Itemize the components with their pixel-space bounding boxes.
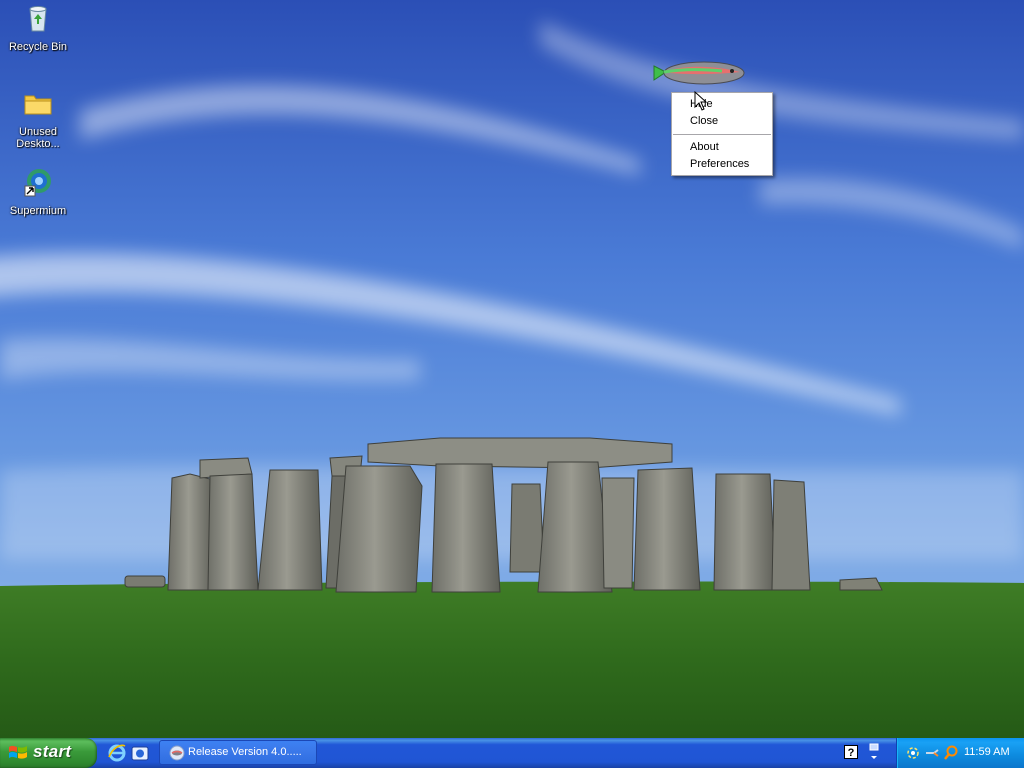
menu-item-about[interactable]: About (672, 139, 772, 156)
desktop-fish[interactable] (652, 56, 746, 90)
desktop-icon-recycle-bin[interactable]: Recycle Bin (4, 2, 72, 53)
start-button[interactable]: start (0, 738, 97, 768)
desktop-icon-supermium[interactable]: Supermium (4, 166, 72, 217)
taskbar-button-label: Release Version 4.0..... (188, 746, 302, 758)
menu-item-hide[interactable]: Hide (672, 96, 772, 113)
search-icon[interactable] (943, 745, 959, 761)
windows-logo-icon (9, 745, 27, 759)
show-desktop-icon[interactable] (130, 743, 150, 763)
desktop-icon-label: Unused Deskto... (16, 126, 60, 150)
taskbar-button-release[interactable]: Release Version 4.0..... (159, 740, 317, 765)
desktop-icon-label: Supermium (9, 205, 67, 217)
expand-tray-icon[interactable] (867, 742, 881, 764)
fish-app-icon (169, 745, 185, 761)
fish-context-menu: Hide Close About Preferences (671, 92, 773, 176)
internet-explorer-icon[interactable] (107, 743, 127, 763)
desktop-wallpaper[interactable] (0, 0, 1024, 738)
desktop-icon-label: Recycle Bin (8, 41, 68, 53)
clock[interactable]: 11:59 AM (964, 746, 1010, 758)
desktop-icon-unused-desktop[interactable]: Unused Deskto... (4, 87, 72, 150)
menu-separator (672, 130, 772, 139)
recycle-bin-icon (29, 6, 47, 32)
mouse-cursor-icon (694, 91, 708, 111)
svg-text:?: ? (848, 747, 855, 759)
supermium-browser-icon (24, 169, 51, 197)
menu-item-close[interactable]: Close (672, 113, 772, 130)
taskbar: start Release Version 4.0..... ? 11:59 A… (0, 738, 1024, 768)
menu-item-preferences[interactable]: Preferences (672, 156, 772, 173)
folder-icon (24, 95, 52, 115)
network-icon[interactable] (905, 745, 921, 761)
volume-icon[interactable] (925, 745, 941, 761)
help-icon[interactable]: ? (844, 745, 858, 759)
start-label: start (33, 742, 72, 761)
